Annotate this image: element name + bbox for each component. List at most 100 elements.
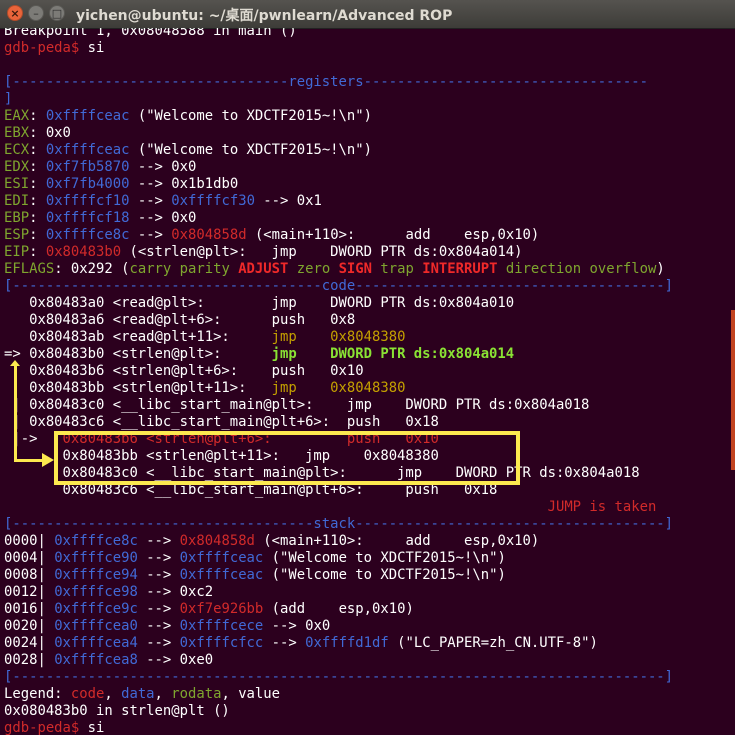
terminal-text: 0028| (4, 652, 55, 668)
terminal-line: [------------------------------------sta… (4, 516, 673, 533)
terminal-text: --> (263, 635, 306, 651)
terminal-text: | 0x80483c6 <__libc_start_main@plt+6>: p… (4, 414, 439, 430)
terminal-text: ESI (4, 176, 30, 192)
terminal-text: 0xffffcea4 (54, 635, 138, 651)
terminal-text: direction overflow (497, 261, 657, 277)
terminal-text: si (87, 40, 105, 56)
terminal-text: Legend: (4, 686, 71, 702)
terminal-text: EAX (4, 108, 30, 124)
terminal-text: --> 0x0 (129, 159, 197, 175)
terminal-line: [---------------------------------------… (4, 669, 673, 686)
terminal-text: --> (137, 533, 180, 549)
terminal-text: 0000| (4, 533, 55, 549)
terminal-text: : (29, 142, 46, 158)
terminal-line: EBX: 0x0 (4, 125, 71, 142)
terminal-text: 0xffffce9c (54, 601, 138, 617)
terminal-text: (<strlen@plt>: jmp DWORD PTR ds:0x804a01… (121, 244, 523, 260)
terminal-text: EDX (4, 159, 30, 175)
terminal-text: [---------------------------------------… (4, 669, 674, 685)
terminal-text: : (29, 244, 46, 260)
terminal-text: code (70, 686, 105, 702)
terminal-line: 0016| 0xffffce9c --> 0xf7e926bb (add esp… (4, 601, 414, 618)
annotation-arrow-shaft (14, 363, 17, 461)
terminal-text: --> (137, 618, 180, 634)
terminal-line: EDI: 0xffffcf10 --> 0xffffcf30 --> 0x1 (4, 193, 322, 210)
terminal-text: ECX (4, 142, 30, 158)
terminal-text: 0xffffceac (45, 108, 130, 124)
terminal-line: EBP: 0xffffcf18 --> 0x0 (4, 210, 196, 227)
terminal-text: JUMP is taken (547, 499, 657, 515)
terminal-text: ADJUST (238, 261, 289, 277)
terminal-text: EBX (4, 125, 30, 141)
terminal-text: : (29, 108, 46, 124)
terminal-text: 0x80483a6 <read@plt+6>: push 0x8 (4, 312, 356, 328)
terminal-line: EIP: 0x80483b0 (<strlen@plt>: jmp DWORD … (4, 244, 523, 261)
terminal-line: 0012| 0xffffce98 --> 0xc2 (4, 584, 213, 601)
terminal-line: 0024| 0xffffcea4 --> 0xffffcfcc --> 0xff… (4, 635, 598, 652)
terminal-line: => 0x80483b0 <strlen@plt>: jmp DWORD PTR… (4, 346, 514, 363)
terminal-text: : 0x292 ( (54, 261, 130, 277)
terminal-text: 0xffffceac (179, 550, 264, 566)
terminal-text: : (29, 210, 46, 226)
terminal-text: , (154, 686, 172, 702)
terminal-text: si (87, 720, 105, 735)
terminal-text: 0xffffcea8 (54, 652, 138, 668)
terminal-text: (<main+110>: add esp,0x10) (254, 533, 540, 549)
terminal-text: ("Welcome to XDCTF2015~!\n") (129, 108, 372, 124)
terminal-text: Breakpoint 1, 0x08048588 in main () (4, 28, 297, 39)
terminal-text: 0xf7e926bb (179, 601, 264, 617)
terminal-text: --> 0xc2 (137, 584, 214, 600)
terminal-text: (<main+110>: add esp,0x10) (246, 227, 540, 243)
terminal-line: Legend: code, data, rodata, value (4, 686, 280, 703)
terminal-text: jmp DWORD PTR ds:0x804a014 (271, 346, 515, 362)
terminal-text: 0xffffce90 (54, 550, 138, 566)
terminal-text: zero (288, 261, 339, 277)
terminal-text: 0xffffcf10 (45, 193, 130, 209)
terminal-text: ) (656, 261, 665, 277)
terminal-text: 0xf7fb5870 (45, 159, 130, 175)
terminal-text: EIP (4, 244, 30, 260)
terminal-text: ("Welcome to XDCTF2015~!\n") (129, 142, 372, 158)
terminal-text: 0016| (4, 601, 55, 617)
terminal-text: ("LC_PAPER=zh_CN.UTF-8") (388, 635, 598, 651)
terminal-text: [------------------------------------sta… (4, 516, 674, 532)
terminal-text: carry parity (129, 261, 239, 277)
terminal-line: ECX: 0xffffceac ("Welcome to XDCTF2015~!… (4, 142, 372, 159)
maximize-button[interactable]: □ (49, 5, 65, 21)
terminal-text: jmp 0x8048380 (271, 380, 406, 396)
scrollbar-thumb[interactable] (731, 310, 735, 470)
terminal-text: gdb-peda$ (4, 720, 88, 735)
terminal-text: --> 0x1 (254, 193, 322, 209)
terminal-text: --> 0x1b1db0 (129, 176, 239, 192)
terminal-text: --> (129, 193, 172, 209)
terminal-text: 0xffffcece (179, 618, 264, 634)
terminal-text: jmp 0x8048380 (271, 329, 406, 345)
terminal-text: : (29, 227, 46, 243)
terminal-text: 0x804858d (171, 227, 247, 243)
terminal-line: 0x80483b6 <strlen@plt+6>: push 0x10 (4, 363, 364, 380)
terminal-text: --> 0x0 (263, 618, 331, 634)
close-button[interactable]: × (7, 5, 23, 21)
terminal-text: 0004| (4, 550, 55, 566)
terminal-text: --> (137, 567, 180, 583)
terminal-text: 0xf7fb4000 (45, 176, 130, 192)
terminal-line: EFLAGS: 0x292 (carry parity ADJUST zero … (4, 261, 665, 278)
terminal-text: 0x804858d (179, 533, 255, 549)
terminal-text: : (29, 193, 46, 209)
terminal-text: INTERRUPT (422, 261, 498, 277)
terminal-text: 0xffffce8c (54, 533, 138, 549)
terminal-text: ("Welcome to XDCTF2015~!\n") (263, 550, 506, 566)
terminal-text: 0xffffceac (179, 567, 264, 583)
terminal-text: --> (137, 550, 180, 566)
terminal-line: [---------------------------------regist… (4, 74, 648, 91)
terminal-line: ESP: 0xffffce8c --> 0x804858d (<main+110… (4, 227, 539, 244)
terminal-text: --> 0x0 (129, 210, 197, 226)
terminal-text: trap (372, 261, 423, 277)
terminal-line: | 0x80483c6 <__libc_start_main@plt+6>: p… (4, 414, 439, 431)
terminal-text: [---------------------------------regist… (4, 74, 648, 90)
terminal-output[interactable]: Breakpoint 1, 0x08048588 in main () gdb-p… (4, 28, 732, 735)
terminal-text: ] (4, 91, 13, 107)
minimize-button[interactable]: – (28, 5, 44, 21)
terminal-line: 0020| 0xffffcea0 --> 0xffffcece --> 0x0 (4, 618, 330, 635)
